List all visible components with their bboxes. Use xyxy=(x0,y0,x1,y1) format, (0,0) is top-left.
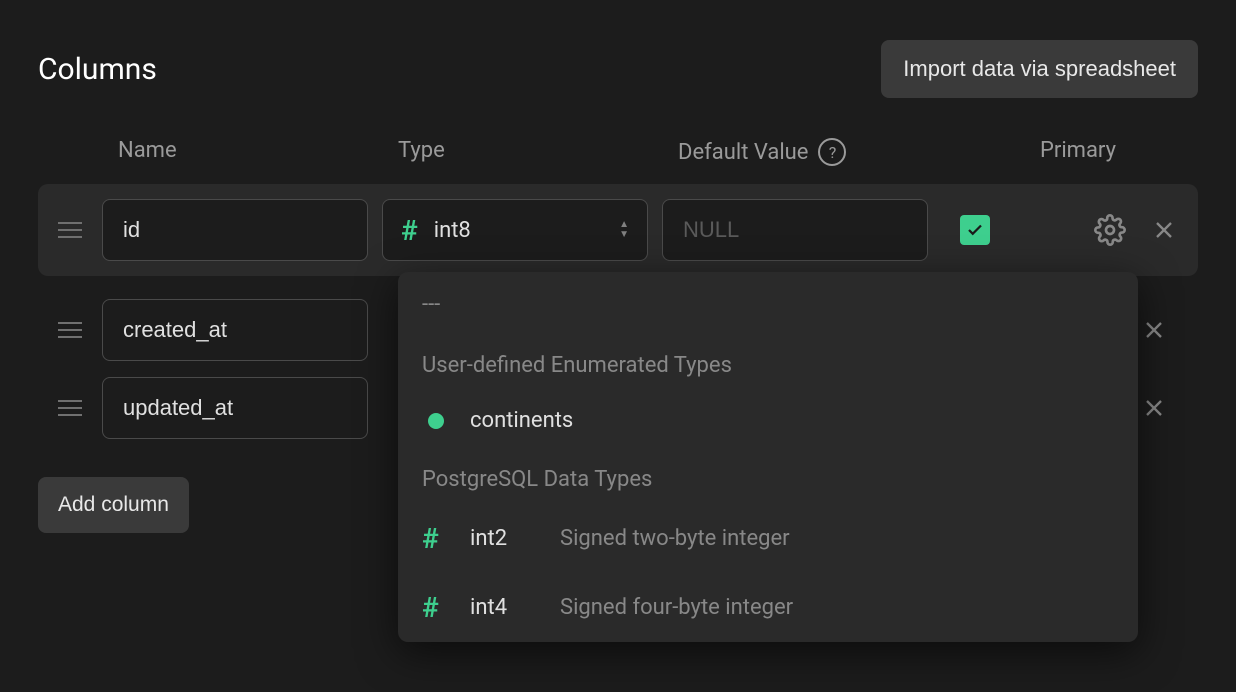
close-icon[interactable] xyxy=(1150,216,1178,244)
type-value: int8 xyxy=(434,218,603,243)
close-icon[interactable] xyxy=(1140,316,1168,344)
chevron-updown-icon: ▲▼ xyxy=(619,221,629,239)
dropdown-item-desc: Signed two-byte integer xyxy=(560,526,790,551)
dropdown-item-name: continents xyxy=(470,408,573,433)
hash-icon: # xyxy=(401,214,418,247)
type-dropdown: --- User-defined Enumerated Types contin… xyxy=(398,272,1138,642)
add-column-button[interactable]: Add column xyxy=(38,477,189,533)
hash-icon: # xyxy=(422,591,450,624)
column-headers: Name Type Default Value ? Primary xyxy=(38,138,1198,166)
dropdown-item-continents[interactable]: continents xyxy=(398,390,1138,451)
column-name-input[interactable] xyxy=(103,300,431,360)
header-default-label: Default Value xyxy=(678,140,808,165)
page-title: Columns xyxy=(38,52,157,87)
column-row: # int8 ▲▼ xyxy=(38,184,1198,276)
dropdown-item-int4[interactable]: # int4 Signed four-byte integer xyxy=(398,573,1138,642)
dropdown-placeholder: --- xyxy=(398,272,1138,337)
name-input-wrap xyxy=(102,199,368,261)
dropdown-item-desc: Signed four-byte integer xyxy=(560,595,793,620)
dropdown-item-name: int4 xyxy=(470,595,540,620)
drag-handle-icon[interactable] xyxy=(58,400,88,416)
dropdown-section-title: PostgreSQL Data Types xyxy=(398,451,1138,504)
type-select[interactable]: # int8 ▲▼ xyxy=(382,199,648,261)
dropdown-section-title: User-defined Enumerated Types xyxy=(398,337,1138,390)
hash-icon: # xyxy=(422,522,450,555)
column-name-input[interactable] xyxy=(103,378,431,438)
dropdown-item-name: int2 xyxy=(470,526,540,551)
import-spreadsheet-button[interactable]: Import data via spreadsheet xyxy=(881,40,1198,98)
header-name: Name xyxy=(118,138,398,166)
enum-dot-icon xyxy=(422,413,450,429)
name-input-wrap xyxy=(102,299,368,361)
drag-handle-icon[interactable] xyxy=(58,222,88,238)
header-primary: Primary xyxy=(958,138,1198,166)
dropdown-item-int2[interactable]: # int2 Signed two-byte integer xyxy=(398,504,1138,573)
header-type: Type xyxy=(398,138,678,166)
default-value-input[interactable] xyxy=(662,199,928,261)
drag-handle-icon[interactable] xyxy=(58,322,88,338)
name-input-wrap xyxy=(102,377,368,439)
header-default: Default Value ? xyxy=(678,138,958,166)
gear-icon[interactable] xyxy=(1094,214,1126,246)
help-icon[interactable]: ? xyxy=(818,138,846,166)
close-icon[interactable] xyxy=(1140,394,1168,422)
primary-checkbox[interactable] xyxy=(960,215,990,245)
